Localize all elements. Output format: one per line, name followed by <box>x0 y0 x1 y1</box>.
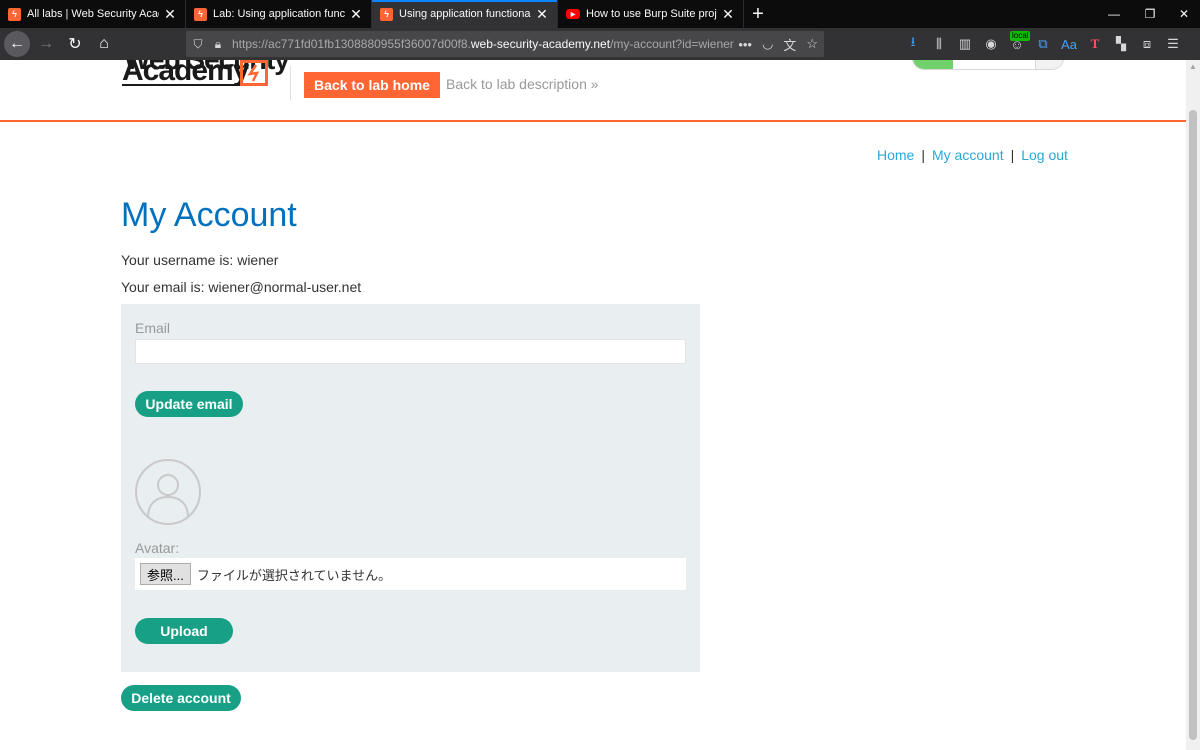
account-nav: Home | My account | Log out <box>877 147 1068 163</box>
lab-status-indicator <box>913 60 953 69</box>
avatar-file-input[interactable]: 参照... ファイルが選択されていません。 <box>135 558 686 590</box>
academy-header: Web Security Academy Back to lab home Ba… <box>0 60 1186 122</box>
delete-account-button[interactable]: Delete account <box>121 685 241 711</box>
forward-arrow-icon[interactable]: → <box>33 31 59 57</box>
toolbar-icons: ⭳ ⫼ ▥ ◉ ☺ local ⧉ Aa T ▚ ⧈ ☰ <box>900 28 1186 60</box>
translate-icon[interactable]: 文 <box>783 35 796 54</box>
account-icon[interactable]: ◉ <box>978 31 1004 57</box>
browser-toolbar: ← → ↻ ⌂ ⛉ 🔒︎ https://ac771fd01fb13088809… <box>0 28 1200 60</box>
back-arrow-icon[interactable]: ← <box>4 31 30 57</box>
close-icon[interactable]: ✕ <box>721 6 735 23</box>
nav-separator: | <box>921 147 925 163</box>
web-security-academy-icon: ϟ <box>8 7 21 21</box>
tab-title: All labs | Web Security Academy <box>27 8 159 20</box>
email-field[interactable] <box>135 339 686 364</box>
web-security-academy-icon: ϟ <box>194 7 207 21</box>
scrollbar-thumb[interactable] <box>1189 110 1197 740</box>
t-extension-icon[interactable]: T <box>1082 31 1108 57</box>
restore-icon[interactable]: ❐ <box>1132 0 1168 28</box>
library-icon[interactable]: ⫼ <box>926 31 952 57</box>
browser-tab-lab[interactable]: ϟ Lab: Using application functionality ✕ <box>186 0 372 28</box>
web-page: Web Security Academy Back to lab home Ba… <box>0 60 1186 750</box>
download-icon[interactable]: ⭳ <box>900 31 926 57</box>
logo-text-bottom: Academy <box>122 60 249 87</box>
tab-title: How to use Burp Suite projects <box>586 8 717 20</box>
minimize-icon[interactable]: — <box>1096 0 1132 28</box>
home-icon[interactable]: ⌂ <box>91 31 117 57</box>
close-icon[interactable]: ✕ <box>535 6 549 23</box>
logo-underline <box>122 84 240 86</box>
avatar-label: Avatar: <box>135 540 180 556</box>
header-divider <box>290 66 291 100</box>
browse-file-button[interactable]: 参照... <box>140 563 191 585</box>
account-form-panel: Email Update email Avatar: 参照... ファイルが選択… <box>121 304 700 672</box>
close-icon[interactable]: ✕ <box>163 6 177 23</box>
lightning-bolt-icon <box>240 60 268 86</box>
bookmark-star-icon[interactable]: ☆ <box>806 36 818 52</box>
browser-tab-current[interactable]: ϟ Using application functionality ✕ <box>372 0 558 28</box>
file-status-text: ファイルが選択されていません。 <box>196 567 392 583</box>
nav-home-link[interactable]: Home <box>877 147 914 163</box>
nav-my-account-link[interactable]: My account <box>932 147 1004 163</box>
nav-log-out-link[interactable]: Log out <box>1021 147 1068 163</box>
window-close-icon[interactable]: ✕ <box>1166 0 1200 28</box>
extensions-icon[interactable]: ⧈ <box>1134 31 1160 57</box>
email-label: Email <box>135 320 171 336</box>
nav-separator: | <box>1010 147 1015 163</box>
new-tab-button[interactable]: + <box>744 0 772 28</box>
lab-status-icon[interactable] <box>1035 60 1063 69</box>
tab-title: Using application functionality <box>399 8 531 20</box>
web-security-academy-logo[interactable]: Web Security Academy <box>122 60 292 104</box>
lab-status-text-area <box>953 60 1035 69</box>
shield-icon[interactable]: ⛉ <box>192 37 204 52</box>
pocket-icon[interactable]: ◡ <box>762 36 773 52</box>
extension-fox-icon[interactable]: ☺ local <box>1004 31 1031 57</box>
language-extension-icon[interactable]: Aa <box>1056 31 1082 57</box>
tab-title: Lab: Using application functionality <box>213 8 345 20</box>
page-title: My Account <box>121 196 297 234</box>
reload-icon[interactable]: ↻ <box>62 31 88 57</box>
lock-icon[interactable]: 🔒︎ <box>212 37 224 52</box>
youtube-icon: ▶ <box>566 9 580 19</box>
sidebar-icon[interactable]: ▥ <box>952 31 978 57</box>
page-actions-icon[interactable]: ••• <box>738 37 752 52</box>
username-info: Your username is: wiener <box>121 252 279 268</box>
menu-icon[interactable]: ☰ <box>1160 31 1186 57</box>
scroll-up-arrow-icon[interactable]: ▲ <box>1189 62 1197 71</box>
back-to-lab-home-button[interactable]: Back to lab home <box>304 72 440 98</box>
upload-button[interactable]: Upload <box>135 618 233 644</box>
avatar-placeholder-icon <box>135 459 201 525</box>
address-bar[interactable]: ⛉ 🔒︎ https://ac771fd01fb1308880955f36007… <box>186 31 824 57</box>
browser-tab-bar: ϟ All labs | Web Security Academy ✕ ϟ La… <box>0 0 1200 28</box>
apps-extension-icon[interactable]: ▚ <box>1108 31 1134 57</box>
web-security-academy-icon: ϟ <box>380 7 393 21</box>
local-badge: local <box>1010 31 1031 41</box>
close-icon[interactable]: ✕ <box>349 6 363 23</box>
translate-extension-icon[interactable]: ⧉ <box>1030 31 1056 57</box>
email-info: Your email is: wiener@normal-user.net <box>121 279 362 295</box>
lab-status-widget <box>912 60 1064 70</box>
browser-tab-youtube[interactable]: ▶ How to use Burp Suite projects ✕ <box>558 0 744 28</box>
update-email-button[interactable]: Update email <box>135 391 243 417</box>
url-text: https://ac771fd01fb1308880955f36007d00f8… <box>232 37 734 51</box>
back-to-lab-description-link[interactable]: Back to lab description » <box>446 76 599 92</box>
browser-tab-all-labs[interactable]: ϟ All labs | Web Security Academy ✕ <box>0 0 186 28</box>
page-scrollbar[interactable]: ▲ <box>1186 60 1200 750</box>
